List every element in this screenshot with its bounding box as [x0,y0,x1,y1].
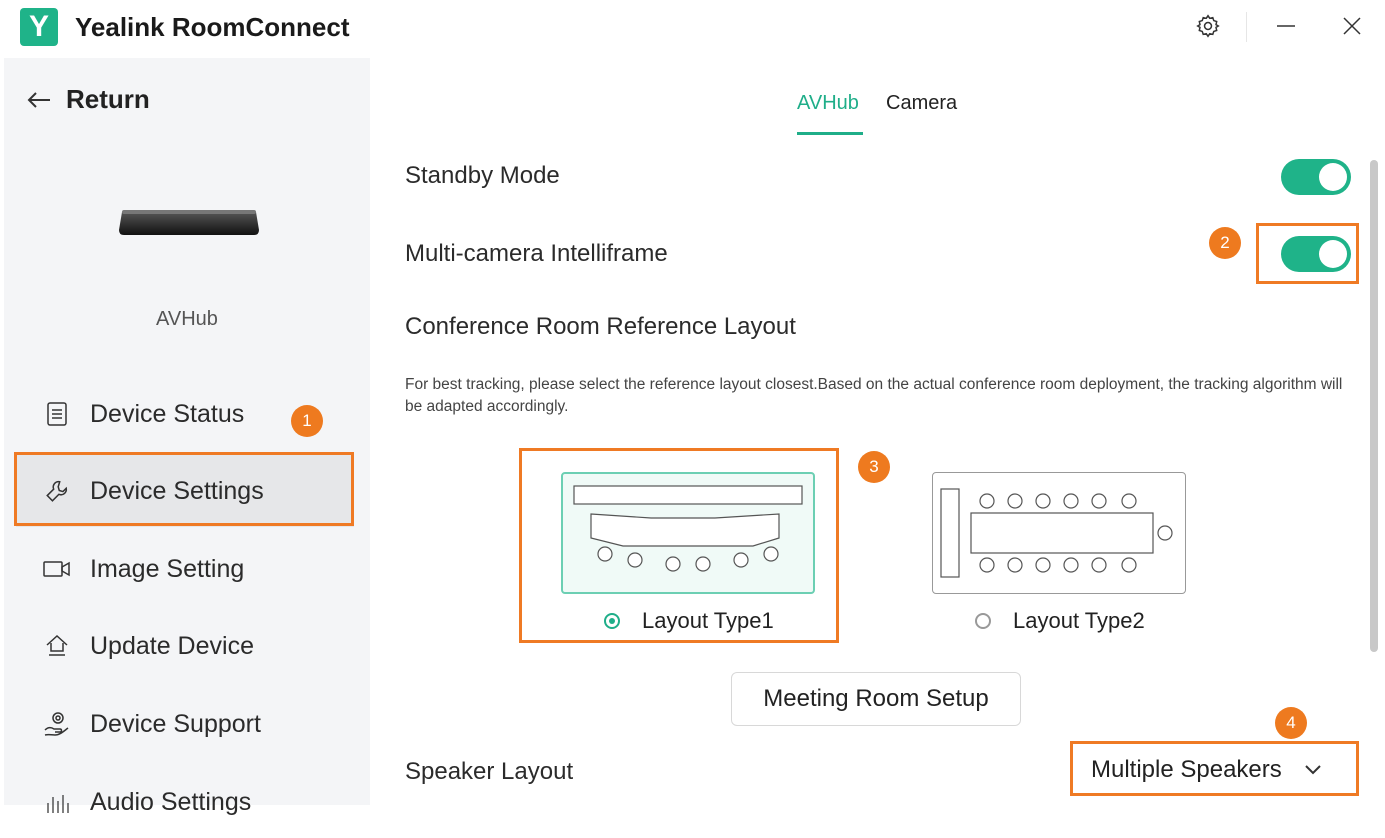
highlight-box-device-settings [14,452,354,526]
intelliframe-label: Multi-camera Intelliframe [405,240,668,267]
sidebar-item-label: Update Device [90,631,254,660]
sidebar-item-image-setting[interactable]: Image Setting [16,533,354,605]
device-name: AVHub [156,308,218,330]
app-title: Yealink RoomConnect [75,12,350,42]
sidebar-item-audio-settings[interactable]: Audio Settings [16,766,354,838]
layout-type2-option[interactable]: Layout Type2 [975,608,1145,634]
audio-bars-icon [42,787,72,817]
avhub-device-image [119,210,259,235]
support-icon [42,709,72,739]
highlight-box-speaker-layout [1070,741,1359,796]
annotation-badge-1: 1 [291,405,323,437]
sidebar-item-label: Audio Settings [90,787,252,816]
standby-mode-toggle[interactable] [1281,159,1351,195]
tab-camera[interactable]: Camera [886,92,957,115]
tab-avhub[interactable]: AVHub [797,92,859,115]
layout-type2-card[interactable] [932,472,1186,594]
active-tab-indicator [797,132,863,135]
sidebar-item-device-support[interactable]: Device Support [16,688,354,760]
upload-icon [42,631,72,661]
minimize-icon[interactable] [1268,8,1304,44]
annotation-badge-4: 4 [1275,707,1307,739]
layout-type2-radio[interactable] [975,613,991,629]
highlight-box-layout-type1 [519,448,839,643]
highlight-box-intelliframe [1256,223,1359,284]
layout-heading: Conference Room Reference Layout [405,313,796,340]
standby-mode-label: Standby Mode [405,162,560,189]
sidebar-item-update-device[interactable]: Update Device [16,610,354,682]
speaker-layout-label: Speaker Layout [405,758,574,785]
sidebar-item-label: Device Support [90,709,261,738]
app-logo: Y [20,8,58,46]
return-label: Return [66,84,150,114]
annotation-badge-3: 3 [858,451,890,483]
layout-type2-diagram [940,488,1173,578]
annotation-badge-2: 2 [1209,227,1241,259]
meeting-room-setup-button[interactable]: Meeting Room Setup [731,672,1021,726]
return-button[interactable]: Return [26,84,150,115]
document-icon [42,399,72,429]
settings-gear-icon[interactable] [1190,8,1226,44]
title-separator [1246,12,1247,42]
layout-type2-label: Layout Type2 [1013,608,1145,633]
back-arrow-icon [26,90,52,110]
title-bar: Y Yealink RoomConnect [0,0,1385,58]
close-icon[interactable] [1334,8,1370,44]
sidebar-item-label: Device Status [90,399,245,428]
video-camera-icon [42,554,72,584]
layout-description: For best tracking, please select the ref… [405,376,1343,415]
vertical-scrollbar[interactable] [1370,160,1378,652]
sidebar-item-label: Image Setting [90,554,245,583]
